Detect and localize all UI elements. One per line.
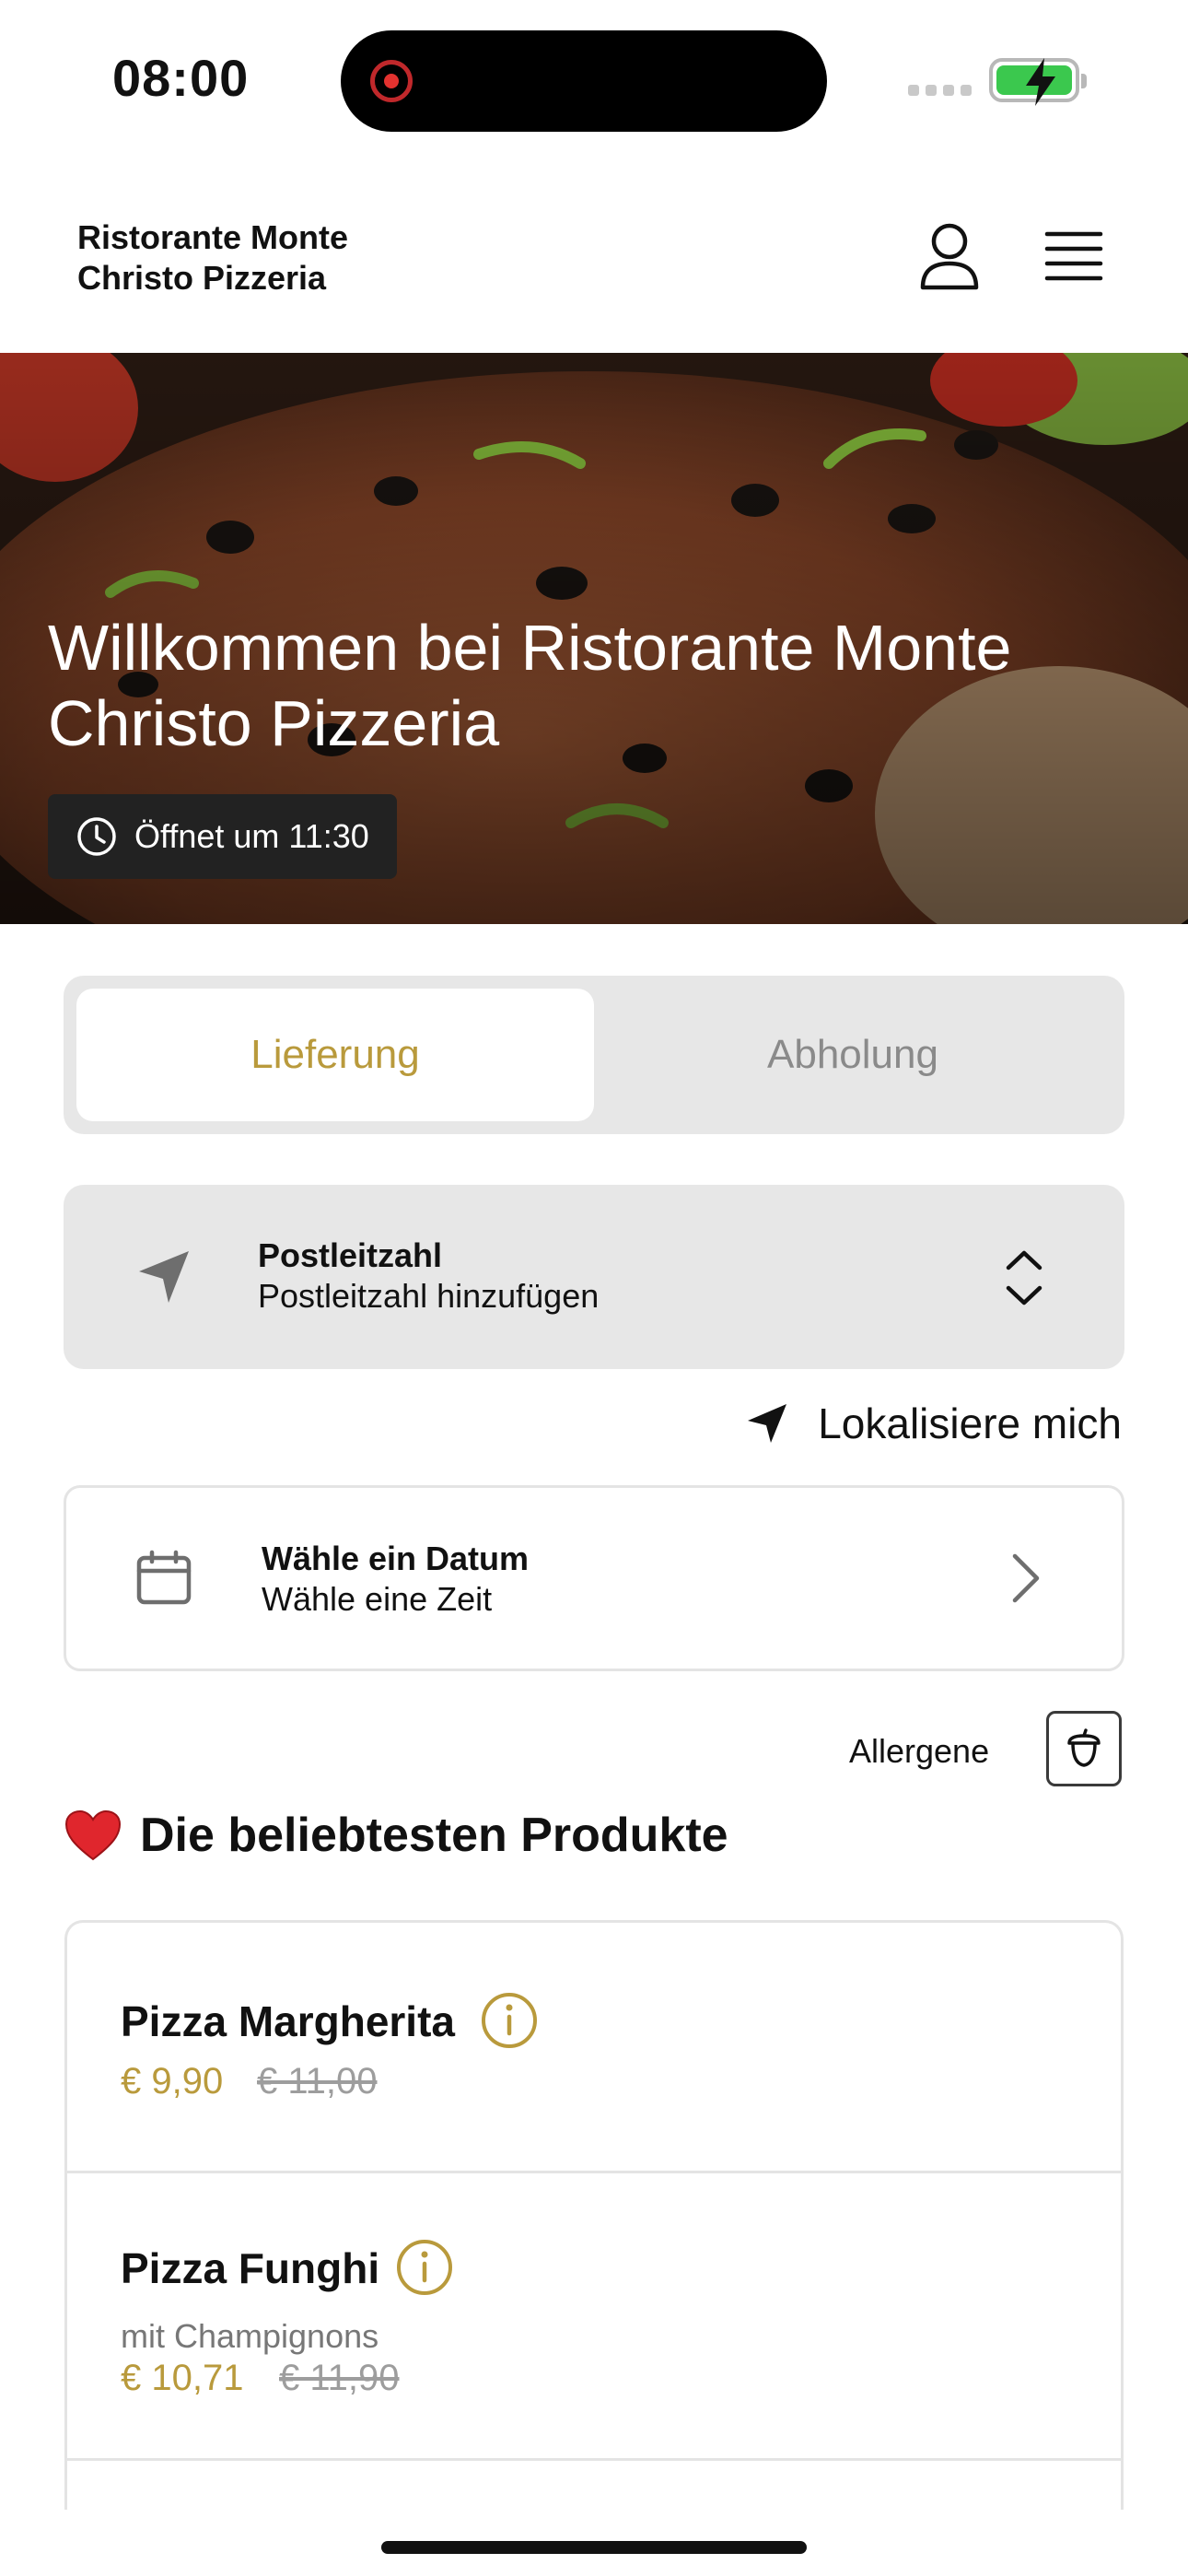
menu-icon[interactable] [1044,228,1103,284]
postcode-value: Postleitzahl hinzufügen [258,1277,600,1315]
schedule-time-label: Wähle eine Zeit [262,1580,493,1618]
signal-icon [908,85,972,96]
postcode-selector[interactable]: Postleitzahl Postleitzahl hinzufügen [64,1185,1124,1369]
postcode-label: Postleitzahl [258,1236,443,1274]
tab-delivery[interactable]: Lieferung [76,989,594,1121]
product-price: € 9,90 [121,2061,224,2102]
brand-line-2: Christo Pizzeria [77,259,327,297]
product-list: Pizza Margherita € 9,90 € 11,00 Pizza Fu… [64,1920,1124,2510]
order-type-tabs: Lieferung Abholung [64,976,1124,1134]
calendar-icon [136,1550,192,1605]
product-price: € 10,71 [121,2358,244,2398]
brand-name[interactable]: Ristorante Monte Christo Pizzeria [77,217,348,299]
app-screen: 08:00 Ristorante Monte Christo Pizzeria [0,0,1188,2576]
home-indicator[interactable] [381,2541,807,2554]
location-arrow-icon [139,1251,189,1303]
product-name: Pizza Funghi [121,2244,380,2292]
opening-badge: Öffnet um 11:30 [48,794,397,879]
heart-icon [64,1809,122,1861]
chevron-right-icon [1012,1553,1040,1603]
status-time: 08:00 [112,49,250,107]
opening-text: Öffnet um 11:30 [134,817,369,855]
schedule-date-label: Wähle ein Datum [262,1540,530,1577]
battery-icon [989,58,1087,106]
clock-icon [77,817,116,856]
section-title-text: Die beliebtesten Produkte [140,1809,728,1862]
brand-line-1: Ristorante Monte [77,218,349,256]
navigation-arrow-icon [748,1404,787,1443]
acorn-icon [1067,1728,1101,1767]
schedule-selector[interactable]: Wähle ein Datum Wähle eine Zeit [64,1485,1124,1671]
hero-title: Willkommen bei Ristorante Monte Christo … [48,612,1012,759]
section-title: Die beliebtesten Produkte [64,1808,728,1863]
dynamic-island [341,30,827,132]
chevron-up-down-icon [1006,1250,1042,1306]
product-card[interactable]: Pizza Margherita € 9,90 € 11,00 [67,1923,1121,2173]
product-card[interactable]: Pizza Funghi mit Champignons € 10,71 € 1… [67,2173,1121,2461]
locate-me-label: Lokalisiere mich [818,1399,1122,1447]
profile-icon[interactable] [919,221,980,291]
product-old-price: € 11,90 [279,2358,400,2398]
info-icon[interactable] [480,1991,539,2050]
recording-icon [370,60,413,102]
product-name: Pizza Margherita [121,1997,455,2045]
locate-me-button[interactable]: Lokalisiere mich [746,1399,1122,1448]
tab-pickup[interactable]: Abholung [594,989,1112,1121]
allergens-label: Allergene [849,1732,990,1770]
product-old-price: € 11,00 [257,2061,378,2102]
allergens-button[interactable] [1046,1711,1122,1786]
info-icon[interactable] [395,2238,454,2297]
product-description: mit Champignons [121,2317,379,2355]
